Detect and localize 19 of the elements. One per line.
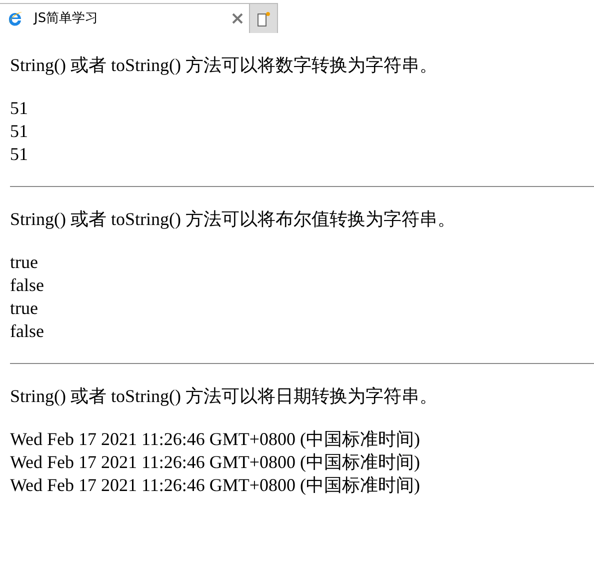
output-line: false bbox=[10, 274, 45, 297]
output-line: true bbox=[10, 251, 39, 274]
output-line: 51 bbox=[10, 97, 29, 120]
description-text: String() 或者 toString() 方法可以将布尔值转换为字符串。 bbox=[10, 208, 456, 231]
output-line: 51 bbox=[10, 120, 29, 143]
output-line: 51 bbox=[10, 143, 29, 166]
output-line: Wed Feb 17 2021 11:26:46 GMT+0800 (中国标准时间) bbox=[10, 451, 422, 474]
new-page-icon bbox=[256, 10, 270, 26]
browser-tab[interactable]: JS简单学习 bbox=[0, 3, 250, 33]
output-line: Wed Feb 17 2021 11:26:46 GMT+0800 (中国标准时间) bbox=[10, 474, 422, 497]
tab-title: JS简单学习 bbox=[34, 10, 100, 28]
browser-logo-icon bbox=[6, 10, 24, 28]
output-line: false bbox=[10, 320, 45, 343]
output-line: true bbox=[10, 297, 39, 320]
description-text: String() 或者 toString() 方法可以将日期转换为字符串。 bbox=[10, 385, 438, 408]
new-tab-button[interactable] bbox=[250, 3, 278, 33]
description-text: String() 或者 toString() 方法可以将数字转换为字符串。 bbox=[10, 54, 438, 77]
output-line: Wed Feb 17 2021 11:26:46 GMT+0800 (中国标准时间) bbox=[10, 428, 422, 451]
close-icon[interactable] bbox=[232, 13, 243, 24]
